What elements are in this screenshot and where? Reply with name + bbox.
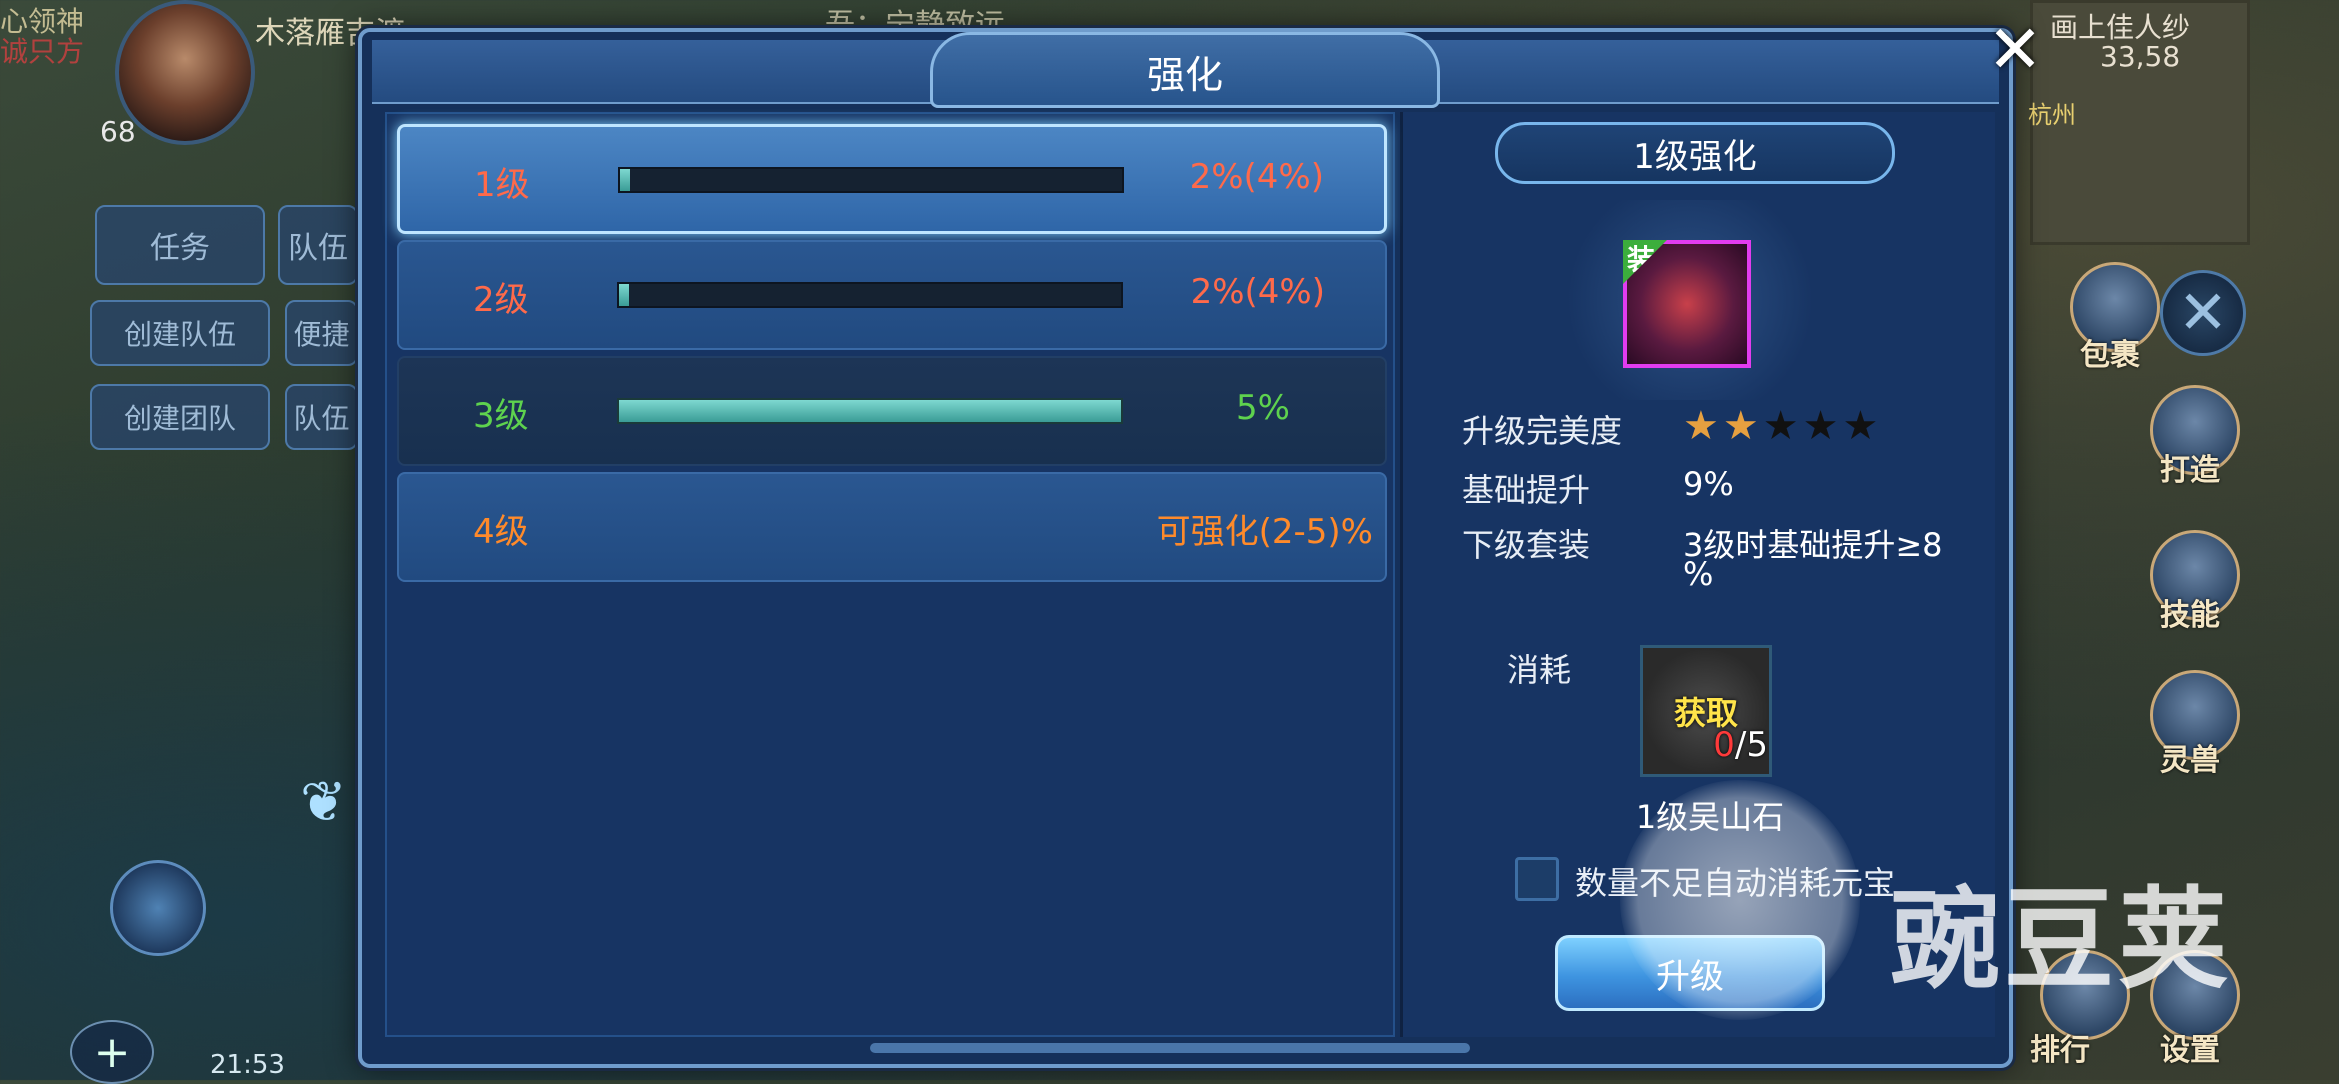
level-percent: 2%(4%)	[1190, 272, 1325, 312]
stone-need: /5	[1734, 725, 1768, 765]
next-set-value-wrap: %	[1683, 555, 1714, 593]
create-team-button[interactable]: 创建队伍	[90, 300, 270, 366]
star-icon: ★	[1722, 403, 1759, 449]
next-set-value: 3级时基础提升≥8	[1683, 526, 1943, 564]
side-label-forge: 打造	[2160, 453, 2220, 488]
star-icon: ★	[1802, 403, 1839, 449]
level-label: 3级	[473, 396, 529, 436]
stone-have: 0	[1713, 725, 1735, 765]
level-row-3[interactable]: 3级 5%	[397, 356, 1387, 466]
plus-icon[interactable]: +	[70, 1020, 154, 1084]
scrollbar[interactable]	[870, 1043, 1470, 1053]
map-city: 杭州	[2028, 101, 2076, 129]
joystick-icon[interactable]	[110, 860, 206, 956]
consume-label: 消耗	[1507, 651, 1572, 689]
perfection-stars: ★ ★ ★ ★ ★	[1683, 406, 1878, 446]
level-row-2[interactable]: 2级 2%(4%)	[397, 240, 1387, 350]
team-button[interactable]: 队伍	[285, 384, 358, 450]
map-coordinates: 33,58	[2100, 40, 2181, 73]
strengthen-level-banner: 1级强化	[1495, 122, 1895, 184]
hud-guild-name: 诚只方	[0, 35, 85, 68]
side-label-pet: 灵兽	[2160, 743, 2220, 778]
level-progress-fill	[620, 169, 631, 191]
tab-task[interactable]: 任务	[95, 205, 265, 285]
level-label: 2级	[473, 280, 529, 320]
star-icon: ★	[1762, 403, 1799, 449]
level-progress-bar	[617, 282, 1123, 308]
level-row-4[interactable]: 4级 可强化(2-5)%	[397, 472, 1387, 582]
player-level: 68	[100, 115, 136, 148]
clock-time: 21:53	[210, 1050, 285, 1080]
player-avatar[interactable]	[115, 0, 255, 145]
level-progress-bar	[617, 398, 1123, 424]
hud-close-icon[interactable]: ✕	[2160, 270, 2246, 356]
side-label-skill: 技能	[2160, 598, 2220, 633]
base-boost-value: 9%	[1683, 465, 1734, 503]
auto-consume-checkbox[interactable]	[1515, 857, 1559, 901]
side-label-settings: 设置	[2160, 1033, 2220, 1068]
base-boost-label: 基础提升	[1462, 471, 1591, 509]
level-percent: 可强化(2-5)%	[1156, 512, 1373, 552]
level-label: 4级	[473, 512, 529, 552]
watermark-logo-icon	[1620, 780, 1860, 1020]
dialog-title: 强化	[1146, 53, 1223, 97]
create-group-button[interactable]: 创建团队	[90, 384, 270, 450]
side-label-bag: 包裹	[2080, 338, 2140, 373]
level-progress-fill	[619, 400, 1121, 422]
star-icon: ★	[1683, 403, 1719, 449]
next-set-label: 下级套装	[1462, 526, 1591, 564]
level-percent: 2%(4%)	[1189, 157, 1324, 197]
level-progress-bar	[618, 167, 1124, 193]
perfection-label: 升级完美度	[1462, 412, 1623, 450]
level-progress-fill	[619, 284, 630, 306]
level-label: 1级	[474, 165, 530, 205]
stone-count: 0/5	[1640, 725, 1768, 765]
side-label-ranking: 排行	[2030, 1033, 2090, 1068]
close-icon[interactable]: ✕	[1985, 17, 2045, 83]
star-icon: ★	[1842, 403, 1879, 449]
tab-team[interactable]: 队伍	[278, 205, 358, 285]
level-percent: 5%	[1236, 388, 1290, 428]
watermark-text: 豌豆荚	[1890, 876, 2232, 1004]
convenient-button[interactable]: 便捷	[285, 300, 358, 366]
level-row-1[interactable]: 1级 2%(4%)	[397, 124, 1387, 234]
